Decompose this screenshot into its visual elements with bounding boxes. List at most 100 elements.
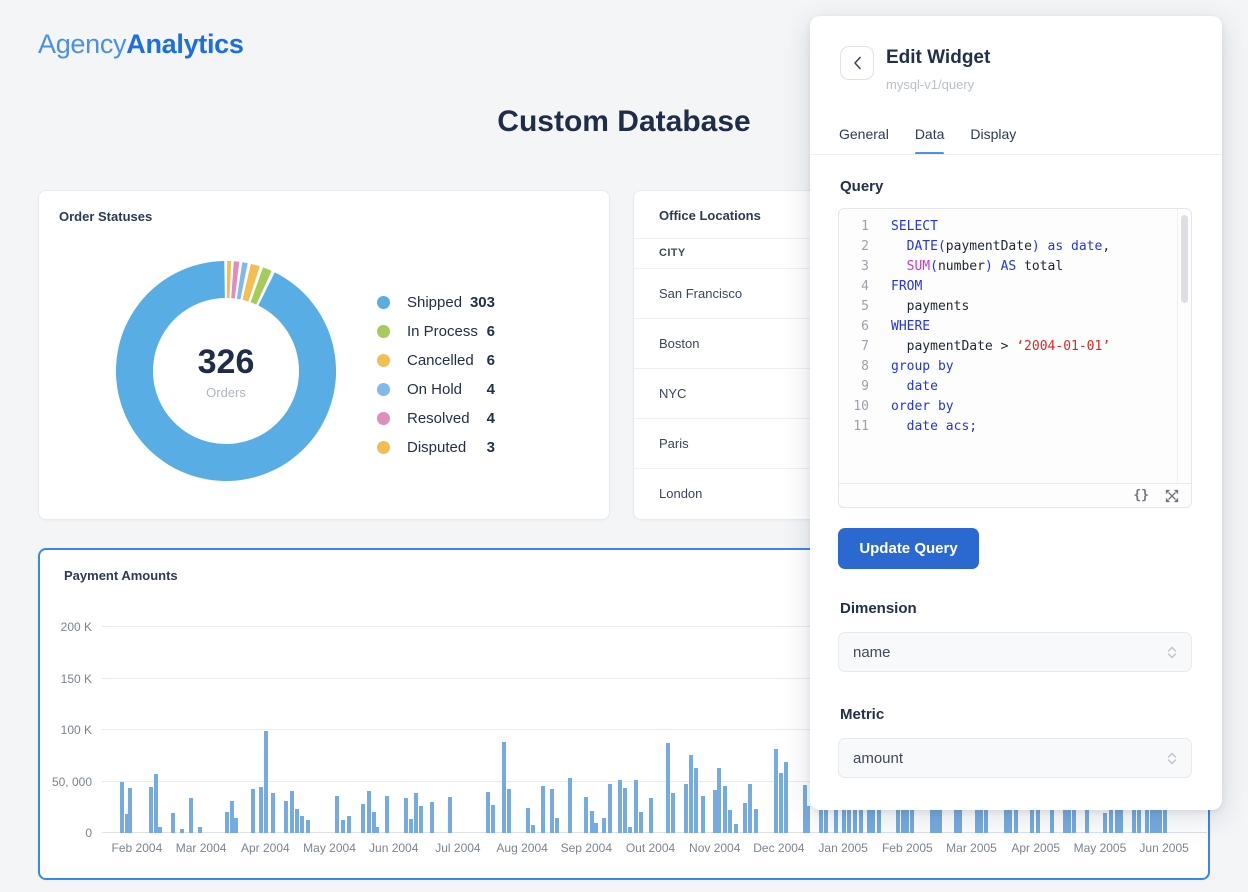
panel-tabs: General Data Display (839, 126, 1016, 155)
bar (385, 796, 389, 833)
legend-item: Resolved4 (377, 404, 495, 433)
legend-value: 6 (487, 323, 495, 340)
legend-item: Disputed3 (377, 433, 495, 462)
bar (541, 786, 545, 833)
bar (284, 801, 288, 833)
line-number: 9 (839, 377, 869, 397)
bar (486, 792, 490, 833)
code-braces-icon[interactable]: {} (1133, 488, 1149, 503)
editor-footer: {} (839, 483, 1191, 507)
x-tick-label: Jul 2004 (435, 841, 480, 855)
metric-label: Metric (840, 706, 884, 723)
bar (806, 806, 810, 833)
code-text: WHERE (891, 317, 930, 337)
code-line: 7 paymentDate > ‘2004-01-01’ (839, 337, 1177, 357)
code-line: 2 DATE(paymentDate) as date, (839, 237, 1177, 257)
update-query-button[interactable]: Update Query (838, 528, 979, 569)
bar (602, 818, 606, 833)
legend-item: In Process 6 (377, 317, 495, 346)
page: AgencyAnalytics Custom Database Order St… (0, 0, 1248, 892)
bar (448, 797, 452, 833)
x-tick-label: Dec 2004 (753, 841, 804, 855)
metric-select[interactable]: amount (838, 738, 1192, 778)
line-number: 8 (839, 357, 869, 377)
dimension-value: name (853, 644, 891, 661)
bar (555, 818, 559, 833)
bar (594, 823, 598, 833)
bar (550, 789, 554, 833)
y-axis: 050, 000100 K150 K200 K (40, 627, 92, 833)
bar (728, 810, 732, 833)
legend-swatch (377, 354, 390, 367)
sql-code-editor[interactable]: 1SELECT2 DATE(paymentDate) as date,3 SUM… (838, 208, 1192, 508)
bar (634, 780, 638, 833)
bar (409, 819, 413, 833)
tab-general[interactable]: General (839, 126, 889, 155)
bar (723, 786, 727, 833)
legend-label: Cancelled (407, 352, 474, 369)
legend-swatch (377, 383, 390, 396)
code-area[interactable]: 1SELECT2 DATE(paymentDate) as date,3 SUM… (839, 209, 1177, 483)
bar (734, 824, 738, 833)
bar (628, 827, 632, 833)
code-text: date acs; (891, 417, 977, 437)
bar (361, 804, 365, 833)
code-text: group by (891, 357, 954, 377)
bar (502, 742, 506, 833)
code-line: 4FROM (839, 277, 1177, 297)
legend-label: Disputed (407, 439, 466, 456)
logo-suffix: Analytics (126, 29, 243, 59)
code-line: 1SELECT (839, 217, 1177, 237)
y-tick-label: 50, 000 (52, 775, 92, 789)
bar (154, 774, 158, 833)
bar (568, 778, 572, 833)
bar (608, 784, 612, 833)
select-chevrons-icon (1167, 752, 1177, 765)
legend-item: Shipped303 (377, 288, 495, 317)
back-button[interactable] (840, 46, 874, 80)
x-tick-label: Sep 2004 (561, 841, 612, 855)
line-number: 6 (839, 317, 869, 337)
bar (618, 780, 622, 833)
scrollbar-thumb[interactable] (1181, 215, 1188, 303)
order-statuses-widget[interactable]: Order Statuses 326 Orders Shipped303In P… (38, 190, 610, 520)
x-tick-label: Jan 2005 (818, 841, 867, 855)
y-tick-label: 150 K (61, 672, 92, 686)
bar (375, 827, 379, 833)
donut-slice-shipped (134, 280, 317, 463)
editor-scrollbar[interactable] (1177, 209, 1191, 483)
line-number: 3 (839, 257, 869, 277)
line-number: 5 (839, 297, 869, 317)
tab-display[interactable]: Display (970, 126, 1016, 155)
donut-slice-in-process (257, 285, 264, 288)
line-number: 10 (839, 397, 869, 417)
bar (306, 820, 310, 833)
legend-value: 6 (487, 352, 495, 369)
dimension-select[interactable]: name (838, 632, 1192, 672)
bar (779, 773, 783, 833)
legend-value: 303 (470, 294, 495, 311)
bar (717, 768, 721, 833)
x-tick-label: Apr 2004 (241, 841, 290, 855)
legend-label: In Process (407, 323, 478, 340)
tab-data[interactable]: Data (915, 126, 945, 155)
bar (694, 768, 698, 833)
expand-fullscreen-icon[interactable] (1165, 489, 1179, 503)
legend-label: Resolved (407, 410, 470, 427)
bar (128, 788, 132, 833)
bar (430, 802, 434, 833)
code-line: 3 SUM(number) AS total (839, 257, 1177, 277)
chevron-left-icon (853, 56, 862, 70)
bar (584, 797, 588, 833)
code-text: FROM (891, 277, 922, 297)
bar (623, 788, 627, 833)
logo-prefix: Agency (38, 29, 126, 59)
x-axis: Feb 2004Mar 2004Apr 2004May 2004Jun 2004… (102, 841, 1207, 857)
bar (367, 791, 371, 833)
bar (671, 793, 675, 833)
dimension-label: Dimension (840, 600, 917, 617)
code-text: order by (891, 397, 954, 417)
bar (748, 784, 752, 833)
x-tick-label: May 2004 (303, 841, 356, 855)
donut-chart (116, 261, 336, 481)
